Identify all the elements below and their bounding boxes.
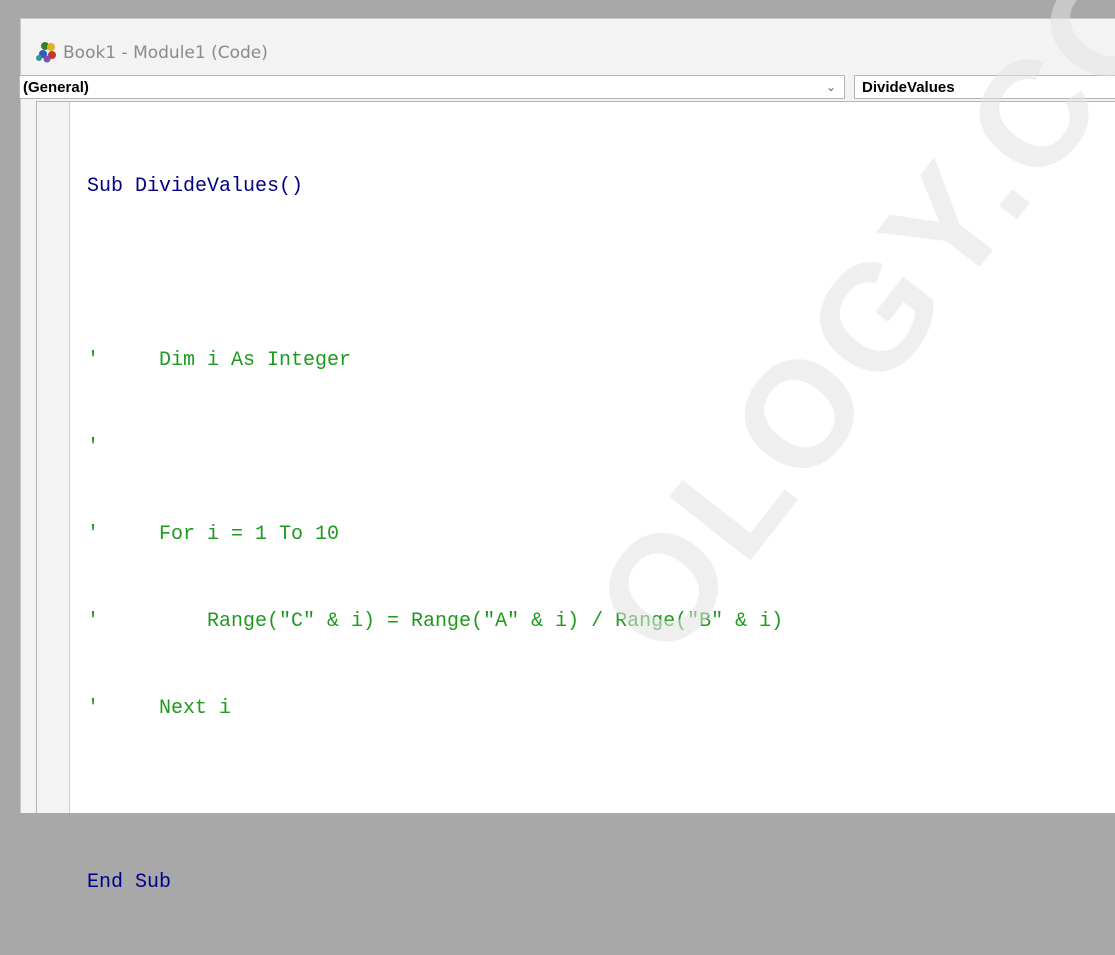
code-text[interactable]: Sub DivideValues() ' Dim i As Integer ' … (87, 114, 783, 955)
code-line: ' (87, 436, 100, 459)
object-dropdown[interactable]: (General) ⌄ (19, 75, 845, 99)
vba-module-icon (36, 42, 56, 63)
window-title: Book1 - Module1 (Code) (63, 43, 268, 63)
procedure-bar: (General) ⌄ DivideValues (19, 75, 1115, 101)
procedure-dropdown-value: DivideValues (862, 79, 955, 96)
code-editor[interactable]: Sub DivideValues() ' Dim i As Integer ' … (36, 101, 1115, 894)
procedure-dropdown[interactable]: DivideValues (854, 75, 1115, 99)
code-line: ' Next i (87, 697, 232, 720)
title-bar: Book1 - Module1 (Code) (21, 19, 1115, 71)
code-line: Sub DivideValues() (87, 175, 304, 198)
code-line: ' Dim i As Integer (87, 349, 352, 372)
chevron-down-icon[interactable]: ⌄ (826, 80, 836, 94)
code-line: ' Range("C" & i) = Range("A" & i) / Rang… (87, 610, 784, 633)
code-line: End Sub (87, 871, 172, 894)
breakpoint-margin[interactable] (37, 102, 70, 813)
code-line: ' For i = 1 To 10 (87, 523, 340, 546)
object-dropdown-value: (General) (23, 79, 89, 96)
